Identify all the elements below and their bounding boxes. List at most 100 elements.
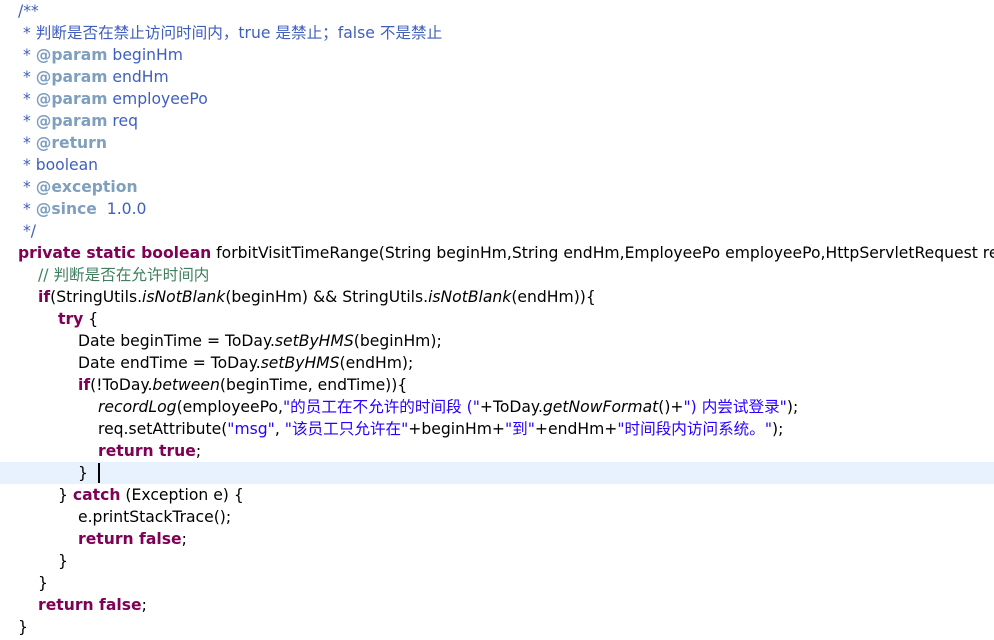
code-line[interactable]: * @param beginHm bbox=[0, 44, 994, 66]
code-token-kw: if bbox=[78, 376, 91, 394]
code-token-javadoc: employeePo bbox=[107, 90, 208, 108]
code-line[interactable]: } bbox=[0, 550, 994, 572]
code-line[interactable]: Date endTime = ToDay.setByHMS(endHm); bbox=[0, 352, 994, 374]
code-token-plain: (!ToDay. bbox=[90, 376, 153, 394]
code-token-doctag: @param bbox=[35, 112, 108, 130]
code-token-plain: ); bbox=[786, 398, 799, 416]
code-token-plain: e.printStackTrace(); bbox=[78, 508, 232, 526]
code-token-javadoc: * bbox=[18, 46, 36, 64]
code-token-javadoc: * bbox=[18, 112, 36, 130]
code-token-plain: (Exception e) { bbox=[120, 486, 244, 504]
code-token-plain: ; bbox=[141, 596, 147, 614]
code-line[interactable]: } catch (Exception e) { bbox=[0, 484, 994, 506]
code-token-javadoc: * bbox=[18, 200, 36, 218]
code-token-javadoc: * boolean bbox=[18, 156, 99, 174]
code-token-plain: recordLog bbox=[98, 398, 177, 416]
code-token-javadoc: /** bbox=[18, 2, 39, 20]
code-line[interactable]: if(StringUtils.isNotBlank(beginHm) && St… bbox=[0, 286, 994, 308]
code-line[interactable]: * @param endHm bbox=[0, 66, 994, 88]
code-token-javadoc: * bbox=[18, 68, 36, 86]
code-token-plain: forbitVisitTimeRange(String beginHm,Stri… bbox=[211, 244, 994, 262]
code-token-doctag: @param bbox=[35, 68, 108, 86]
code-token-plain: between bbox=[152, 376, 220, 394]
code-token-plain: } bbox=[18, 618, 28, 636]
code-token-plain: (endHm)){ bbox=[511, 288, 596, 306]
code-token-plain: (beginHm) && StringUtils. bbox=[225, 288, 429, 306]
code-token-plain: ); bbox=[772, 420, 784, 438]
code-line[interactable]: req.setAttribute("msg", "该员工只允许在"+beginH… bbox=[0, 418, 994, 440]
code-token-plain: setByHMS bbox=[274, 332, 354, 350]
code-token-plain: (beginTime, endTime)){ bbox=[219, 376, 408, 394]
code-token-doctag: @param bbox=[35, 46, 108, 64]
code-line[interactable]: * @param employeePo bbox=[0, 88, 994, 110]
code-line[interactable]: return true; bbox=[0, 440, 994, 462]
code-editor[interactable]: /** * 判断是否在禁止访问时间内，true 是禁止；false 不是禁止 *… bbox=[0, 0, 994, 640]
code-token-str: "到" bbox=[504, 420, 535, 438]
code-token-kw: return false bbox=[78, 530, 182, 548]
code-line[interactable]: } bbox=[0, 616, 994, 638]
code-token-plain: ()+ bbox=[658, 398, 684, 416]
code-line[interactable]: return false; bbox=[0, 594, 994, 616]
code-token-plain: +beginHm+ bbox=[408, 420, 505, 438]
code-token-javadoc: * 判断是否在禁止访问时间内，true 是禁止；false 不是禁止 bbox=[18, 24, 443, 42]
code-token-kw: catch bbox=[72, 486, 121, 504]
code-line[interactable]: * @param req bbox=[0, 110, 994, 132]
code-line[interactable]: try { bbox=[0, 308, 994, 330]
code-token-plain: (beginHm); bbox=[353, 332, 442, 350]
code-token-plain: getNowFormat bbox=[542, 398, 659, 416]
code-token-plain: (StringUtils. bbox=[50, 288, 143, 306]
code-token-plain: } bbox=[58, 486, 73, 504]
code-line[interactable]: */ bbox=[0, 220, 994, 242]
code-line[interactable]: // 判断是否在允许时间内 bbox=[0, 264, 994, 286]
code-token-plain: } bbox=[38, 574, 48, 592]
code-token-doctag: @param bbox=[35, 90, 108, 108]
code-token-javadoc: 1.0.0 bbox=[96, 200, 147, 218]
code-token-doctag: @since bbox=[35, 200, 97, 218]
code-token-javadoc: endHm bbox=[107, 68, 169, 86]
code-token-kw: return true bbox=[98, 442, 196, 460]
code-token-plain: ; bbox=[181, 530, 187, 548]
code-token-plain: { bbox=[83, 310, 99, 328]
code-line[interactable]: * 判断是否在禁止访问时间内，true 是禁止；false 不是禁止 bbox=[0, 22, 994, 44]
code-token-plain: , bbox=[274, 420, 285, 438]
code-line[interactable]: * @exception bbox=[0, 176, 994, 198]
code-line[interactable]: private static boolean forbitVisitTimeRa… bbox=[0, 242, 994, 264]
code-token-plain: req.setAttribute( bbox=[98, 420, 228, 438]
code-line[interactable]: /** bbox=[0, 0, 994, 22]
code-token-kw: return false bbox=[38, 596, 142, 614]
code-line[interactable]: * @since 1.0.0 bbox=[0, 198, 994, 220]
code-token-plain: (endHm); bbox=[339, 354, 414, 372]
code-line[interactable]: Date beginTime = ToDay.setByHMS(beginHm)… bbox=[0, 330, 994, 352]
code-line[interactable]: * @return bbox=[0, 132, 994, 154]
code-token-kw: try bbox=[58, 310, 84, 328]
code-line[interactable]: e.printStackTrace(); bbox=[0, 506, 994, 528]
code-token-str: "该员工只允许在" bbox=[284, 420, 409, 438]
code-token-javadoc: * bbox=[18, 178, 36, 196]
code-token-plain: } bbox=[78, 464, 88, 482]
code-token-plain: +ToDay. bbox=[479, 398, 543, 416]
code-token-plain: (employeePo, bbox=[176, 398, 283, 416]
code-line[interactable]: return false; bbox=[0, 528, 994, 550]
code-token-kw: if bbox=[38, 288, 51, 306]
code-token-plain: +endHm+ bbox=[534, 420, 618, 438]
code-token-str: "的员工在不允许的时间段 (" bbox=[282, 398, 480, 416]
code-token-doctag: @exception bbox=[35, 178, 138, 196]
code-token-doctag: @return bbox=[35, 134, 107, 152]
code-token-plain: ; bbox=[195, 442, 202, 460]
code-token-javadoc: * bbox=[18, 134, 36, 152]
code-token-plain: isNotBlank bbox=[428, 288, 512, 306]
code-line[interactable]: } bbox=[0, 462, 994, 484]
code-line[interactable]: } bbox=[0, 572, 994, 594]
code-token-javadoc: req bbox=[107, 112, 138, 130]
code-token-kw: private static boolean bbox=[18, 244, 212, 262]
code-token-str: "时间段内访问系统。" bbox=[617, 420, 773, 438]
code-token-plain: Date beginTime = ToDay. bbox=[78, 332, 275, 350]
code-line[interactable]: recordLog(employeePo,"的员工在不允许的时间段 ("+ToD… bbox=[0, 396, 994, 418]
code-token-javadoc: beginHm bbox=[107, 46, 183, 64]
code-token-plain: Date endTime = ToDay. bbox=[78, 354, 261, 372]
code-token-str: ") 内尝试登录" bbox=[683, 398, 787, 416]
code-token-comment: // 判断是否在允许时间内 bbox=[38, 266, 210, 284]
code-line[interactable]: * boolean bbox=[0, 154, 994, 176]
code-line[interactable]: if(!ToDay.between(beginTime, endTime)){ bbox=[0, 374, 994, 396]
code-token-plain: isNotBlank bbox=[142, 288, 226, 306]
